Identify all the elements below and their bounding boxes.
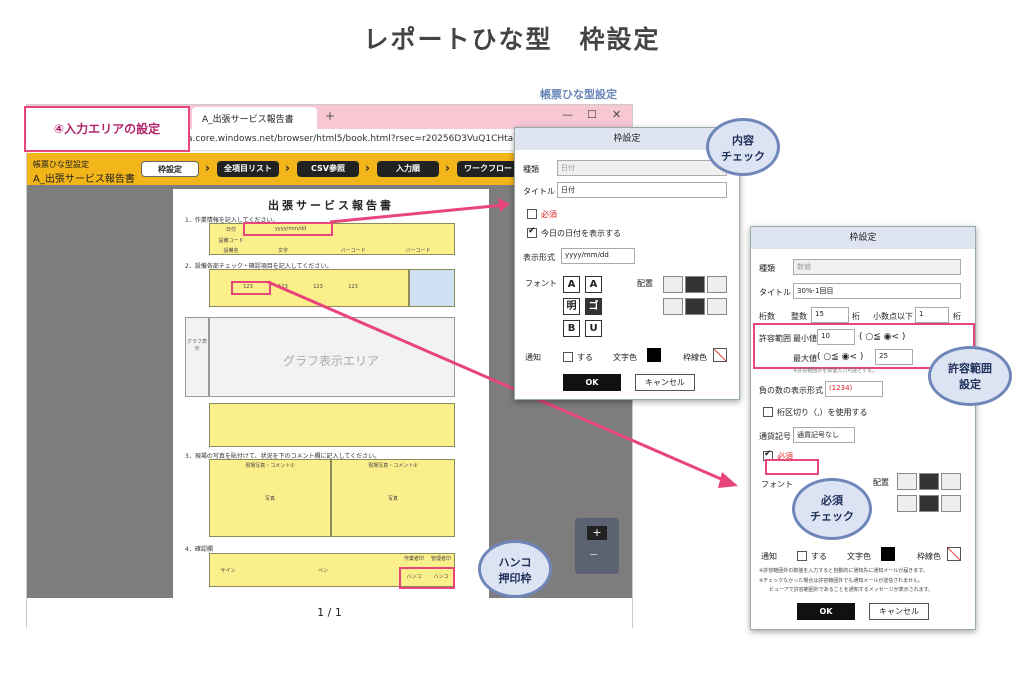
align-label: 配置 xyxy=(637,279,653,288)
text-color-label: 文字色 xyxy=(613,353,637,362)
kind-label: 種類 xyxy=(759,264,775,273)
bubble-line: チェック xyxy=(810,510,854,523)
max-label: 最大値 xyxy=(793,354,817,363)
bubble-line: 押印枠 xyxy=(498,572,532,585)
font-size-down-icon[interactable]: A xyxy=(585,276,602,293)
notify-note-2: ※チェックなかった場合は許容範囲外でも通知メールが送信されません。 xyxy=(759,578,924,584)
bold-icon[interactable]: B xyxy=(563,320,580,337)
cancel-button[interactable]: キャンセル xyxy=(869,603,929,620)
align-center-icon[interactable] xyxy=(919,473,939,490)
integer-label: 整数 xyxy=(791,312,807,321)
bubble-line: 許容範囲 xyxy=(948,362,992,375)
min-label: 最小値 xyxy=(793,334,817,343)
kind-select[interactable]: 日付 xyxy=(557,160,727,176)
valign-middle-icon[interactable] xyxy=(685,298,705,315)
font-label: フォント xyxy=(525,279,557,288)
border-color-swatch[interactable] xyxy=(713,348,727,362)
required-check-bubble: 必須 チェック xyxy=(792,478,872,540)
hanko-bubble: ハンコ 押印枠 xyxy=(478,540,552,598)
text-color-swatch[interactable] xyxy=(881,547,895,561)
bubble-line: チェック xyxy=(721,150,765,163)
keta-label: 桁 xyxy=(953,312,961,321)
cancel-button[interactable]: キャンセル xyxy=(635,374,695,391)
min-compare-radio[interactable]: ( ○≦ ◉< ) xyxy=(859,332,905,342)
border-color-label: 枠線色 xyxy=(683,353,707,362)
valign-top-icon[interactable] xyxy=(663,298,683,315)
valign-middle-icon[interactable] xyxy=(919,495,939,512)
notify-do-label: する xyxy=(577,353,593,362)
title-input[interactable]: 30%-1回目 xyxy=(793,283,961,299)
frame-settings-dialog-date: 枠設定 種類 日付 タイトル 日付 必須 今日の日付を表示する 表示形式 yyy… xyxy=(514,127,740,400)
valign-bottom-icon[interactable] xyxy=(707,298,727,315)
valign-top-icon[interactable] xyxy=(897,495,917,512)
notify-label: 通知 xyxy=(525,353,541,362)
title-label: タイトル xyxy=(523,187,555,196)
align-label: 配置 xyxy=(873,478,889,487)
decimal-label: 小数点以下 xyxy=(873,312,913,321)
font-size-up-icon[interactable]: A xyxy=(563,276,580,293)
show-today-label: 今日の日付を表示する xyxy=(541,229,621,238)
bubble-line: 内容 xyxy=(732,134,754,147)
negative-format-select[interactable]: (1234) xyxy=(825,381,883,397)
required-highlight xyxy=(765,459,819,475)
range-label: 許容範囲 xyxy=(759,334,791,343)
align-right-icon[interactable] xyxy=(707,276,727,293)
currency-label: 通貨記号 xyxy=(759,432,791,441)
dialog-title: 枠設定 xyxy=(751,227,975,249)
notify-note-3: ビューアで許容範囲外であることを通知するメッセージが表示されます。 xyxy=(769,587,934,593)
kind-select[interactable]: 数値 xyxy=(793,259,961,275)
notify-checkbox[interactable] xyxy=(563,352,573,362)
border-color-swatch[interactable] xyxy=(947,547,961,561)
title-label: タイトル xyxy=(759,288,791,297)
required-checkbox[interactable] xyxy=(527,209,537,219)
min-input[interactable]: 10 xyxy=(817,329,855,345)
comma-label: 桁区切り（,）を使用する xyxy=(777,408,868,417)
kind-label: 種類 xyxy=(523,165,539,174)
required-label: 必須 xyxy=(541,210,557,219)
format-select[interactable]: yyyy/mm/dd xyxy=(561,248,635,264)
ok-button[interactable]: OK xyxy=(563,374,621,391)
range-setting-bubble: 許容範囲 設定 xyxy=(928,346,1012,406)
notify-do-label: する xyxy=(811,552,827,561)
underline-icon[interactable]: U xyxy=(585,320,602,337)
arrow-to-dialog1 xyxy=(329,203,505,224)
comma-checkbox[interactable] xyxy=(763,407,773,417)
integer-digits-select[interactable]: 15 xyxy=(811,307,849,323)
content-check-bubble: 内容 チェック xyxy=(706,118,780,176)
text-color-label: 文字色 xyxy=(847,552,871,561)
ok-button[interactable]: OK xyxy=(797,603,855,620)
negative-format-label: 負の数の表示形式 xyxy=(759,386,823,395)
align-right-icon[interactable] xyxy=(941,473,961,490)
bubble-line: 必須 xyxy=(821,494,843,507)
arrow-head xyxy=(718,472,738,488)
max-compare-radio[interactable]: ( ○≦ ◉< ) xyxy=(817,352,863,362)
range-note: ※許容範囲外を数値入力可能とする。 xyxy=(793,368,878,374)
currency-select[interactable]: 通貨記号なし xyxy=(793,427,855,443)
title-input[interactable]: 日付 xyxy=(557,182,727,198)
gothic-font-icon[interactable]: ゴ xyxy=(585,298,602,315)
keta-label: 桁 xyxy=(852,312,860,321)
align-left-icon[interactable] xyxy=(897,473,917,490)
mincho-font-icon[interactable]: 明 xyxy=(563,298,580,315)
align-center-icon[interactable] xyxy=(685,276,705,293)
text-color-swatch[interactable] xyxy=(647,348,661,362)
format-label: 表示形式 xyxy=(523,253,555,262)
arrow-head xyxy=(498,198,510,212)
font-label: フォント xyxy=(761,480,793,489)
notify-note-1: ※許容範囲外の数値を入力すると自動的に通知先に通知メールが届きます。 xyxy=(759,568,928,574)
digits-label: 桁数 xyxy=(759,312,775,321)
frame-settings-dialog-number: 枠設定 種類 数値 タイトル 30%-1回目 桁数 整数 15 桁 小数点以下 … xyxy=(750,226,976,630)
valign-bottom-icon[interactable] xyxy=(941,495,961,512)
border-color-label: 枠線色 xyxy=(917,552,941,561)
max-input[interactable]: 25 xyxy=(875,349,913,365)
notify-checkbox[interactable] xyxy=(797,551,807,561)
show-today-checkbox[interactable] xyxy=(527,226,537,238)
bubble-line: 設定 xyxy=(959,378,981,391)
bubble-line: ハンコ xyxy=(498,556,532,569)
decimal-digits-select[interactable]: 1 xyxy=(915,307,949,323)
align-left-icon[interactable] xyxy=(663,276,683,293)
notify-label: 通知 xyxy=(761,552,777,561)
